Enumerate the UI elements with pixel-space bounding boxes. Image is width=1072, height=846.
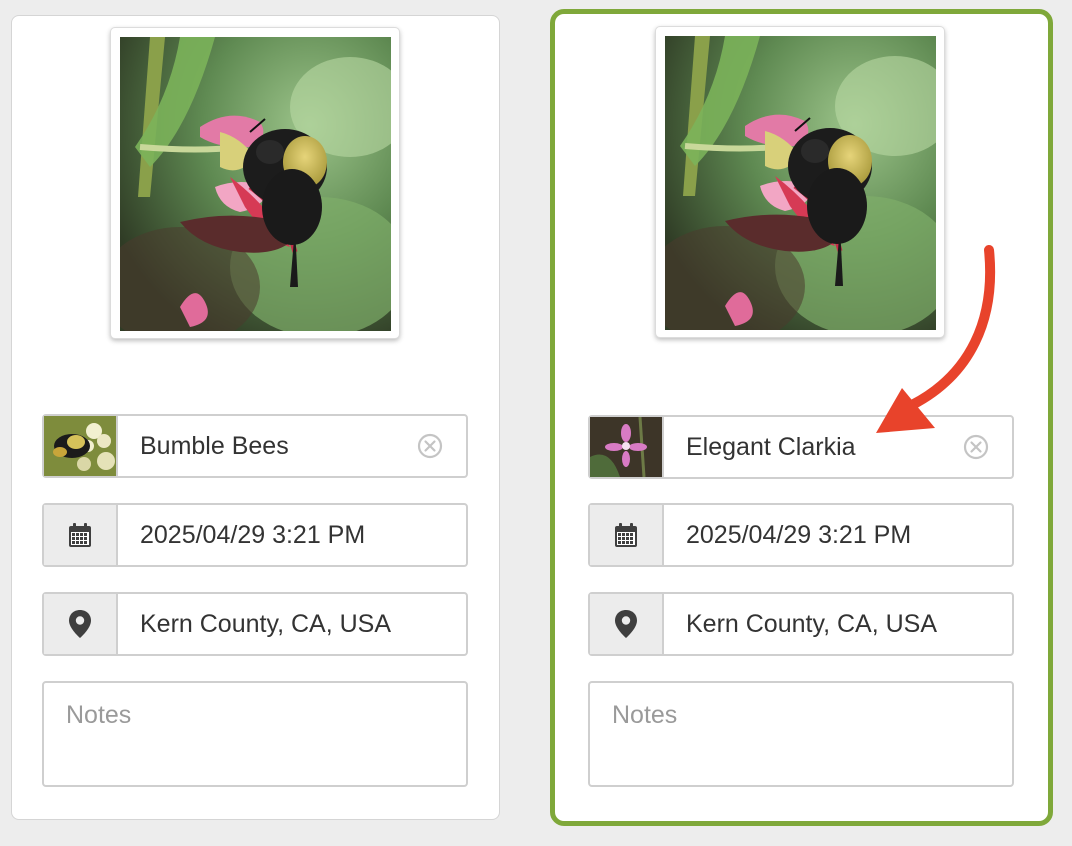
datetime-field[interactable]: 2025/04/29 3:21 PM: [42, 503, 468, 567]
observation-card-selected[interactable]: Elegant Clarkia 2025/04/29 3:21 PM Kern …: [550, 9, 1053, 826]
map-pin-icon[interactable]: [590, 594, 664, 654]
calendar-icon[interactable]: [590, 505, 664, 565]
taxon-name[interactable]: Elegant Clarkia: [664, 417, 962, 477]
notes-field[interactable]: [42, 681, 468, 787]
observation-photo-frame[interactable]: [655, 26, 945, 338]
observation-photo: [120, 37, 391, 331]
taxon-field[interactable]: Elegant Clarkia: [588, 415, 1014, 479]
datetime-value[interactable]: 2025/04/29 3:21 PM: [664, 505, 1012, 565]
datetime-field[interactable]: 2025/04/29 3:21 PM: [588, 503, 1014, 567]
notes-field[interactable]: [588, 681, 1014, 787]
taxon-name[interactable]: Bumble Bees: [118, 416, 416, 476]
observation-card[interactable]: Bumble Bees 2025/04/29 3:21 PM Kern Coun…: [11, 15, 500, 820]
location-field[interactable]: Kern County, CA, USA: [42, 592, 468, 656]
location-field[interactable]: Kern County, CA, USA: [588, 592, 1014, 656]
clear-icon[interactable]: [962, 433, 990, 461]
observation-photo: [665, 36, 936, 330]
location-value[interactable]: Kern County, CA, USA: [664, 594, 1012, 654]
bumble-bee-thumbnail-icon: [44, 416, 118, 476]
taxon-field[interactable]: Bumble Bees: [42, 414, 468, 478]
map-pin-icon[interactable]: [44, 594, 118, 654]
clarkia-flower-thumbnail-icon: [590, 417, 664, 477]
datetime-value[interactable]: 2025/04/29 3:21 PM: [118, 505, 466, 565]
observation-photo-frame[interactable]: [110, 27, 400, 339]
calendar-icon[interactable]: [44, 505, 118, 565]
location-value[interactable]: Kern County, CA, USA: [118, 594, 466, 654]
clear-icon[interactable]: [416, 432, 444, 460]
